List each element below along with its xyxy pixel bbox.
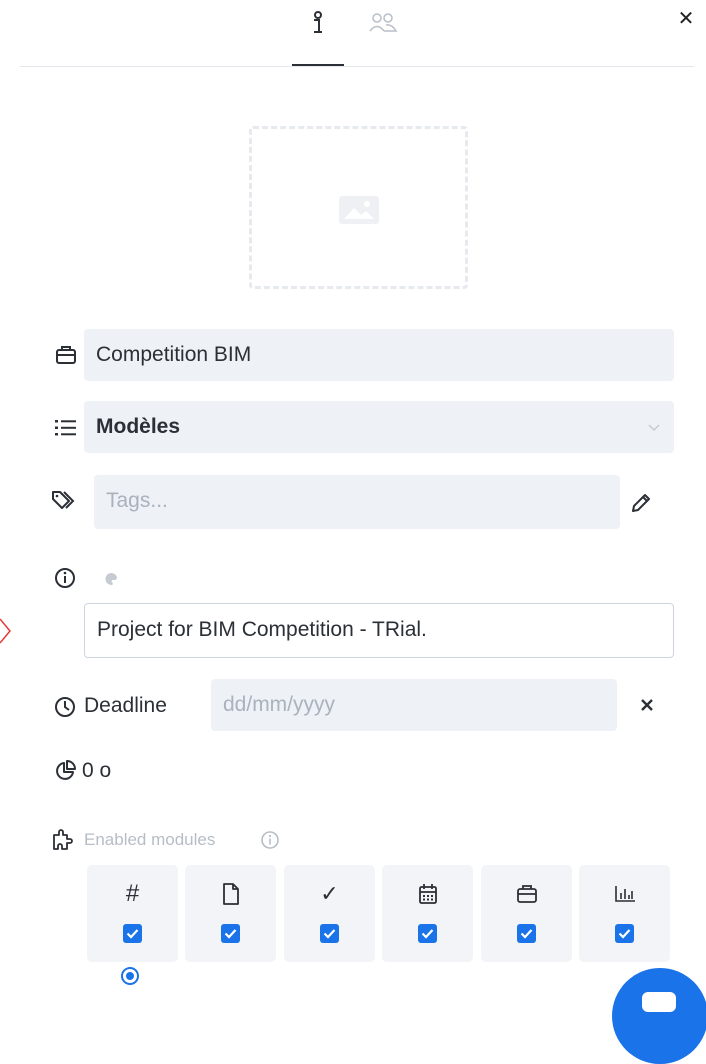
storage-pie-icon — [52, 758, 78, 784]
description-field[interactable]: Project for BIM Competition - TRial. — [84, 603, 674, 658]
pointer-arrow-icon — [0, 618, 11, 644]
module-card-tasks[interactable]: ✓ — [284, 865, 375, 962]
deadline-input[interactable]: dd/mm/yyyy — [211, 679, 617, 731]
module-checkbox[interactable] — [418, 924, 437, 943]
module-checkbox[interactable] — [123, 924, 142, 943]
category-select[interactable]: Modèles — [84, 401, 674, 453]
module-checkbox[interactable] — [320, 924, 339, 943]
module-checkbox[interactable] — [517, 924, 536, 943]
default-module-radio[interactable] — [121, 967, 139, 985]
module-card-projects[interactable] — [481, 865, 572, 962]
list-icon — [53, 415, 79, 441]
close-button[interactable]: ✕ — [676, 8, 696, 30]
chevron-down-icon — [648, 424, 660, 431]
module-checkbox[interactable] — [221, 924, 240, 943]
tags-icon — [51, 487, 77, 513]
tags-input[interactable]: Tags... — [94, 475, 620, 529]
puzzle-icon — [50, 827, 76, 853]
deadline-label: Deadline — [84, 694, 167, 717]
edit-tags-button[interactable] — [628, 490, 654, 516]
info-icon — [314, 11, 322, 33]
hash-icon: # — [125, 880, 140, 907]
chat-icon — [642, 992, 676, 1012]
modules-info-icon — [257, 827, 283, 853]
document-icon — [185, 881, 276, 907]
category-value: Modèles — [96, 415, 181, 438]
users-icon — [369, 13, 398, 32]
project-name-value: Competition BIM — [96, 343, 252, 366]
briefcase-icon — [53, 342, 79, 368]
chat-launcher-button[interactable] — [612, 968, 706, 1064]
close-icon — [641, 699, 653, 711]
description-value: Project for BIM Competition - TRial. — [97, 618, 427, 641]
image-icon — [339, 196, 379, 224]
modules-label: Enabled modules — [84, 830, 216, 849]
checkmark-icon: ✓ — [320, 881, 339, 906]
info-circle-icon — [52, 565, 78, 591]
project-name-field[interactable]: Competition BIM — [84, 329, 674, 381]
tab-info[interactable] — [303, 8, 333, 38]
tab-members[interactable] — [368, 8, 398, 38]
calendar-icon — [382, 881, 473, 907]
module-card-reports[interactable] — [579, 865, 670, 962]
clock-icon — [52, 694, 78, 720]
module-checkbox[interactable] — [615, 924, 634, 943]
bar-chart-icon — [579, 881, 670, 907]
palette-icon[interactable] — [98, 566, 124, 592]
module-card-hash[interactable]: # — [87, 865, 178, 962]
tags-placeholder: Tags... — [106, 489, 168, 512]
deadline-placeholder: dd/mm/yyyy — [223, 693, 336, 716]
clear-deadline-button[interactable] — [634, 692, 660, 718]
module-card-calendar[interactable] — [382, 865, 473, 962]
briefcase-icon — [481, 881, 572, 907]
project-image-dropzone[interactable] — [249, 126, 468, 289]
module-card-documents[interactable] — [185, 865, 276, 962]
close-icon: ✕ — [677, 8, 695, 30]
pencil-icon — [632, 494, 650, 512]
header-divider — [20, 66, 694, 67]
storage-value: 0 o — [82, 759, 112, 782]
